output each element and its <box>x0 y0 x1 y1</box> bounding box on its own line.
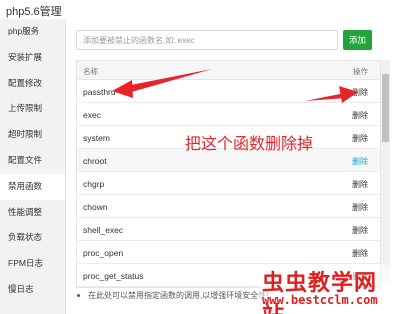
function-name: system <box>83 133 110 143</box>
function-name: chown <box>83 202 108 212</box>
function-name: chgrp <box>83 179 105 189</box>
delete-link[interactable]: 删除 <box>352 225 368 236</box>
sidebar-item-config-edit[interactable]: 配置修改 <box>0 71 65 97</box>
delete-link[interactable]: 删除 <box>352 202 368 213</box>
sidebar-item-load-status[interactable]: 负载状态 <box>0 225 65 251</box>
sidebar-item-php-service[interactable]: php服务 <box>0 19 65 45</box>
delete-link[interactable]: 删除 <box>352 248 368 259</box>
sidebar-item-slow-log[interactable]: 慢日志 <box>0 277 65 303</box>
watermark: 虫虫教学网站 www.bestcclm.com <box>258 265 399 314</box>
table-header: 名称 操作 <box>77 61 380 80</box>
delete-link[interactable]: 删除 <box>352 179 368 190</box>
help-note: 在此处可以禁用指定函数的调用,以增强环境安全性! <box>88 291 269 300</box>
table-row: chgrp 删除 <box>77 172 380 195</box>
window-title: php5.6管理 <box>6 6 62 18</box>
sidebar: php服务 安装扩展 配置修改 上传限制 超时限制 配置文件 禁用函数 性能调整… <box>0 19 66 314</box>
function-name: exec <box>83 110 101 120</box>
sidebar-item-fpm-log[interactable]: FPM日志 <box>0 251 65 277</box>
function-name: shell_exec <box>83 225 124 235</box>
annotation-text: 把这个函数删除掉 <box>185 134 314 153</box>
sidebar-item-upload-limit[interactable]: 上传限制 <box>0 96 65 122</box>
delete-link[interactable]: 删除 <box>352 133 368 144</box>
table-row: passthru 删除 <box>77 80 380 103</box>
table-row: chown 删除 <box>77 195 380 218</box>
sidebar-item-install-extensions[interactable]: 安装扩展 <box>0 45 65 71</box>
function-name: proc_open <box>83 248 124 258</box>
table-scrollbar[interactable] <box>381 60 390 282</box>
disabled-functions-table: 名称 操作 passthru 删除 exec 删除 system 删除 chro… <box>76 60 381 288</box>
table-row: proc_open 删除 <box>77 241 380 264</box>
column-header-operation: 操作 <box>353 67 368 76</box>
delete-link[interactable]: 删除 <box>352 156 368 167</box>
delete-link[interactable]: 删除 <box>352 110 368 121</box>
function-name: passthru <box>83 87 116 97</box>
add-button[interactable]: 添加 <box>343 30 372 50</box>
column-header-name: 名称 <box>83 67 98 76</box>
sidebar-item-disabled-functions[interactable]: 禁用函数 <box>0 173 65 200</box>
delete-link[interactable]: 删除 <box>352 87 368 98</box>
sidebar-item-config-file[interactable]: 配置文件 <box>0 148 65 174</box>
sidebar-item-performance[interactable]: 性能调整 <box>0 200 65 226</box>
watermark-url: www.bestcclm.com <box>262 293 378 307</box>
scrollbar-thumb[interactable] <box>382 74 389 142</box>
table-row: exec 删除 <box>77 103 380 126</box>
table-row: shell_exec 删除 <box>77 218 380 241</box>
sidebar-item-timeout-limit[interactable]: 超时限制 <box>0 122 65 148</box>
function-name-input[interactable] <box>76 30 338 50</box>
bullet-icon <box>77 294 80 297</box>
function-name: chroot <box>83 156 107 166</box>
function-name: proc_get_status <box>83 271 144 281</box>
